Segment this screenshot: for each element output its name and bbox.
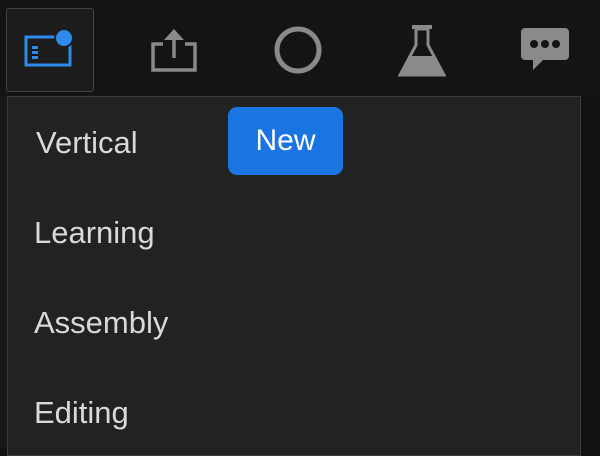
chat-bubble-icon bbox=[521, 28, 569, 70]
menu-item-assembly[interactable]: Assembly bbox=[34, 303, 168, 343]
menu-item-vertical[interactable]: Vertical bbox=[36, 123, 138, 163]
menu-item-editing[interactable]: Editing bbox=[34, 393, 129, 433]
circle-button[interactable] bbox=[254, 8, 342, 92]
new-badge: New bbox=[228, 107, 343, 175]
panel-edge bbox=[0, 96, 7, 448]
workspaces-icon bbox=[24, 29, 74, 67]
circle-icon bbox=[274, 26, 322, 74]
chat-button[interactable] bbox=[500, 8, 590, 92]
workspaces-dropdown-menu: Vertical New Learning Assembly Editing bbox=[7, 96, 581, 456]
flask-icon bbox=[398, 25, 446, 77]
workspaces-button[interactable] bbox=[6, 8, 94, 92]
share-button[interactable] bbox=[130, 8, 218, 92]
share-export-icon bbox=[151, 29, 197, 72]
menu-item-learning[interactable]: Learning bbox=[34, 213, 155, 253]
menu-item-label: Learning bbox=[34, 215, 155, 250]
top-toolbar bbox=[0, 0, 600, 96]
lab-button[interactable] bbox=[378, 8, 466, 92]
menu-item-label: Editing bbox=[34, 395, 129, 430]
menu-item-label: Assembly bbox=[34, 305, 169, 340]
menu-item-label: Vertical bbox=[36, 125, 138, 160]
